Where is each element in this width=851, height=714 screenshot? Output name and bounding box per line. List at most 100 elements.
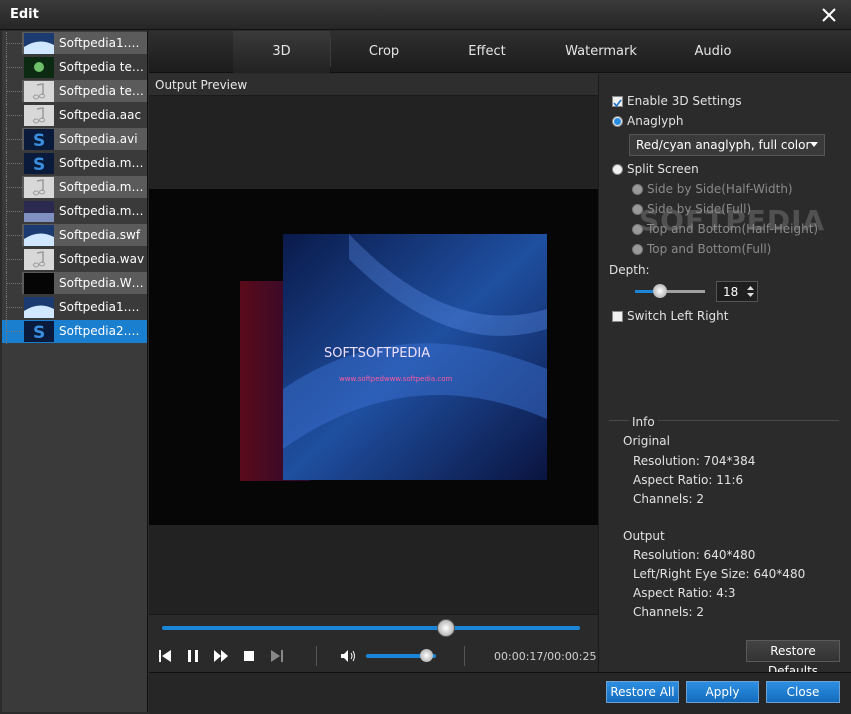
tab-watermark[interactable]: Watermark <box>539 31 663 73</box>
side-by-side-half-label: Side by Side(Half-Width) <box>647 182 793 196</box>
depth-spinbox[interactable]: 18 <box>716 281 758 302</box>
file-name: Softpedia1.avi <box>59 36 145 50</box>
tree-line <box>6 211 22 212</box>
tree-line <box>6 43 22 44</box>
file-list-item[interactable]: Softpedia.WMV <box>2 272 147 296</box>
file-list-item[interactable]: Softpedia.mpg <box>2 200 147 224</box>
tree-line <box>6 32 7 56</box>
pause-icon[interactable] <box>186 649 200 663</box>
top-bottom-full-label: Top and Bottom(Full) <box>647 242 772 256</box>
seek-handle[interactable] <box>437 619 456 637</box>
volume-handle[interactable] <box>419 649 433 662</box>
file-name: Softpedia.avi <box>59 132 138 146</box>
file-list-item[interactable]: Softpedia1.avi <box>2 296 147 320</box>
music-note-icon <box>24 249 54 270</box>
separator <box>464 646 465 666</box>
switch-left-right-checkbox[interactable] <box>612 311 623 322</box>
depth-handle[interactable] <box>653 284 667 298</box>
top-bottom-half-label: Top and Bottom(Half-Height) <box>647 222 819 236</box>
black-icon <box>24 273 54 294</box>
next-icon[interactable] <box>270 649 284 663</box>
original-resolution: Resolution: 704*384 <box>633 454 756 468</box>
seek-bar[interactable] <box>162 626 580 630</box>
top-bottom-half-radio[interactable] <box>632 224 643 235</box>
separator <box>316 646 317 666</box>
enable-3d-checkbox[interactable] <box>612 96 623 108</box>
tab-crop[interactable]: Crop <box>333 31 435 73</box>
playback-controls: 00:00:17/00:00:25 <box>149 614 598 672</box>
file-name: Softpedia1.avi <box>59 300 145 314</box>
depth-value: 18 <box>723 285 739 299</box>
stop-icon[interactable] <box>242 649 256 663</box>
apply-button[interactable]: Apply <box>686 681 759 703</box>
file-list-item[interactable]: Softpedia.aac <box>2 104 147 128</box>
restore-defaults-button[interactable]: Restore Defaults <box>746 640 840 678</box>
tree-line <box>6 296 7 320</box>
anaglyph-radio[interactable] <box>612 116 623 127</box>
fast-forward-icon[interactable] <box>214 649 228 663</box>
output-title: Output <box>623 529 665 543</box>
video-thumb-blue-icon <box>24 297 54 318</box>
tree-line <box>6 139 22 140</box>
file-name: Softpedia.mpg <box>59 204 145 218</box>
music-note-icon <box>24 105 54 126</box>
file-name: Softpedia2.avi <box>59 324 145 338</box>
file-list-item[interactable]: Softpedia.swf <box>2 224 147 248</box>
side-by-side-full-radio[interactable] <box>632 204 643 215</box>
tree-line <box>6 152 7 176</box>
video-title-text: SOFTSOFTPEDIA <box>324 346 430 361</box>
file-name: Softpedia.mp3 <box>59 180 145 194</box>
tree-line <box>6 248 7 272</box>
svg-text:S: S <box>33 323 45 342</box>
tab-effect[interactable]: Effect <box>435 31 539 73</box>
side-by-side-half-radio[interactable] <box>632 184 643 195</box>
spinner-arrows-icon[interactable] <box>747 285 754 298</box>
file-name: Softpedia.aac <box>59 108 142 122</box>
video-thumb-crowd-icon <box>24 201 54 222</box>
tree-line <box>6 187 22 188</box>
softpedia-logo-icon: S <box>24 129 54 150</box>
tree-line <box>6 331 22 332</box>
file-list: Softpedia1.avi Softpedia test … Softpedia … <box>2 31 148 712</box>
file-list-item[interactable]: S Softpedia.avi <box>2 128 147 152</box>
tree-line <box>6 224 7 248</box>
file-list-item[interactable]: Softpedia.wav <box>2 248 147 272</box>
file-list-item[interactable]: Softpedia test … <box>2 56 147 80</box>
tree-line <box>6 67 22 68</box>
tab-3d[interactable]: 3D <box>233 31 330 73</box>
checkmark-icon <box>613 99 622 108</box>
info-title: Info <box>629 415 658 429</box>
output-preview: SOFTSOFTPEDIA www.softpedwww.softpedia.c… <box>149 96 598 614</box>
video-thumb-green-icon <box>24 57 54 78</box>
restore-all-button[interactable]: Restore All <box>606 681 679 703</box>
tab-audio[interactable]: Audio <box>663 31 763 73</box>
anaglyph-dropdown[interactable]: Red/cyan anaglyph, full color <box>629 134 825 156</box>
speaker-icon[interactable] <box>340 649 358 663</box>
anaglyph-label: Anaglyph <box>627 114 684 128</box>
close-icon[interactable] <box>819 5 839 25</box>
file-list-item[interactable]: S Softpedia.mkv <box>2 152 147 176</box>
depth-slider-rest <box>661 290 705 293</box>
video-thumb-blue-icon <box>24 33 54 54</box>
split-screen-radio[interactable] <box>612 164 623 175</box>
tree-line <box>6 272 7 296</box>
top-bottom-full-radio[interactable] <box>632 244 643 255</box>
tree-line <box>6 163 22 164</box>
output-channels: Channels: 2 <box>633 605 705 619</box>
tree-line <box>6 104 7 128</box>
file-name: Softpedia.mkv <box>59 156 145 170</box>
file-list-item[interactable]: Softpedia test.… <box>2 80 147 104</box>
file-list-item[interactable]: Softpedia1.avi <box>2 32 147 56</box>
close-button[interactable]: Close <box>766 681 840 703</box>
preview-label: Output Preview <box>155 78 248 92</box>
original-aspect-ratio: Aspect Ratio: 11:6 <box>633 473 744 487</box>
tree-line <box>6 283 22 284</box>
tree-line <box>6 115 22 116</box>
music-note-icon <box>24 81 54 102</box>
file-list-item[interactable]: Softpedia.mp3 <box>2 176 147 200</box>
file-list-item[interactable]: S Softpedia2.avi <box>2 320 147 344</box>
tree-line <box>6 80 7 104</box>
previous-icon[interactable] <box>158 649 172 663</box>
depth-label: Depth: <box>609 263 650 277</box>
tab-divider <box>330 37 331 67</box>
